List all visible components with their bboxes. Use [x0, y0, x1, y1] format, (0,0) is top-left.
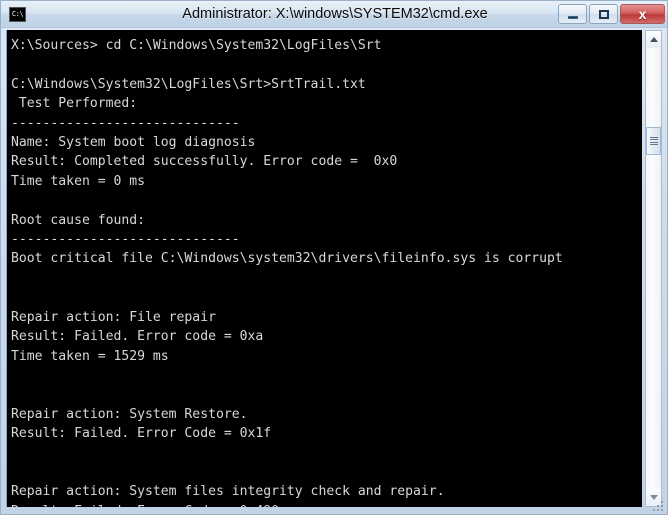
- scroll-up-arrow-icon: [649, 37, 658, 42]
- maximize-icon: [598, 9, 609, 19]
- scroll-up-button[interactable]: [646, 31, 661, 48]
- maximize-button[interactable]: [589, 4, 618, 24]
- close-button[interactable]: x: [620, 4, 665, 24]
- command-prompt-window: C:\ Administrator: X:\windows\SYSTEM32\c…: [0, 0, 668, 515]
- scrollbar-grip-icon: [649, 136, 658, 146]
- command-prompt-icon[interactable]: C:\: [9, 7, 26, 22]
- resize-grip-icon[interactable]: [651, 499, 665, 513]
- minimize-button[interactable]: [558, 4, 587, 24]
- minimize-icon: [567, 16, 578, 19]
- scrollbar-thumb[interactable]: [646, 127, 661, 155]
- vertical-scrollbar[interactable]: [645, 30, 662, 507]
- title-bar[interactable]: C:\ Administrator: X:\windows\SYSTEM32\c…: [1, 1, 667, 28]
- window-controls: x: [558, 4, 665, 24]
- close-icon: x: [638, 6, 647, 22]
- console-output-area[interactable]: X:\Sources> cd C:\Windows\System32\LogFi…: [6, 30, 642, 507]
- console-text: X:\Sources> cd C:\Windows\System32\LogFi…: [11, 38, 563, 507]
